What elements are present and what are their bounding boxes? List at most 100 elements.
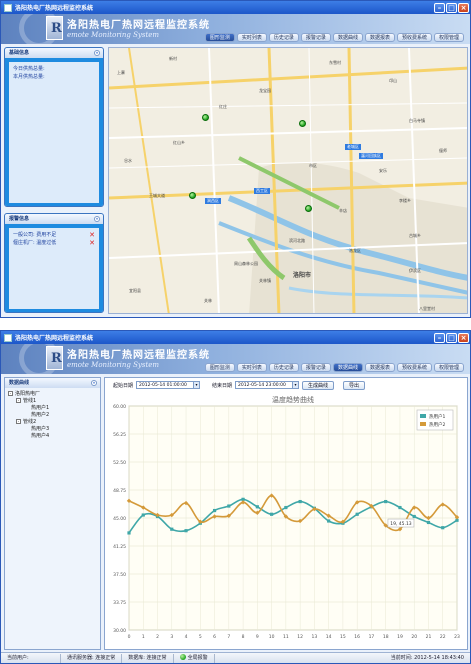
close-icon[interactable]: ✕ [89,239,95,247]
nav-tab[interactable]: 权限管理 [433,33,464,42]
map-label: 邙山 [389,78,397,83]
x-tick-label: 13 [312,634,318,640]
tree-node[interactable]: - 洛阳热电厂 [8,391,97,398]
heat-station-marker[interactable] [189,192,196,199]
x-tick-label: 22 [440,634,446,640]
curve-window: 洛阳热电厂热网远程监控系统 – □ × 洛阳热电厂热网远程监控系统 emote … [0,330,471,664]
city-map[interactable]: 上寨 新村 红山乡 东雪村 红庄 龙宝园 周山森林公园 王城大道 邙山 市区 关… [108,47,468,314]
status-db: 数据库: 连接正常 [122,653,174,663]
tree-node[interactable]: - 管线1 [8,398,97,405]
nav-tab[interactable]: 实时列表 [236,33,267,42]
data-point [327,519,331,523]
nav-tab[interactable]: 历史记录 [268,33,299,42]
heat-station-marker[interactable] [299,120,306,127]
nav-tab[interactable]: 数据报表 [364,363,395,372]
status-comm: 通讯服务器: 连接正常 [61,653,123,663]
nav-tab[interactable]: 权限管理 [433,363,464,372]
nav-tab[interactable]: 报警记录 [300,33,331,42]
map-label: 八里堂村 [419,306,435,311]
banner-subtitle: emote Monitoring System [67,361,160,369]
minimize-button[interactable]: – [434,332,445,343]
tree-header: 数据曲线 [9,380,30,386]
collapse-icon[interactable]: « [91,380,97,386]
alarm-status-icon [179,654,186,660]
nav-tab[interactable]: 数据曲线 [332,363,363,372]
map-label: 安乐 [379,168,387,173]
map-label: 市区 [309,163,317,168]
main-nav: 图形监测 实时列表 历史记录 报警记录 数据曲线 数据报表 预收费系统 权限管理 [204,33,464,42]
y-tick-label: 52.50 [113,460,126,466]
app-icon [4,3,12,12]
nav-tab[interactable]: 预收费系统 [396,363,432,372]
end-date-input[interactable]: 2012-05-14 23:00:00 ▾ [235,381,300,389]
data-point [426,520,431,525]
district-badge[interactable]: 瀍河回族区 [359,153,383,159]
x-tick-label: 6 [213,634,216,640]
collapse-icon[interactable]: « [94,50,100,56]
tree-node[interactable]: 热用户2 [8,412,97,419]
tree-node[interactable]: - 管线2 [8,419,97,426]
map-label: 古城乡 [409,233,421,238]
data-point [127,531,131,535]
nav-tab[interactable]: 报警记录 [300,363,331,372]
tree-expander-icon[interactable]: - [8,391,13,396]
data-point [255,505,259,509]
map-label: 关林镇 [259,278,271,283]
collapse-icon[interactable]: « [94,216,100,222]
x-tick-label: 18 [383,634,389,640]
x-tick-label: 7 [227,634,230,640]
data-point [284,505,288,510]
minimize-button[interactable]: – [434,2,445,13]
export-button[interactable]: 导出 [343,380,366,390]
tree-expander-icon[interactable]: - [16,398,21,403]
y-tick-label: 41.25 [113,544,126,550]
close-button[interactable]: × [458,332,469,343]
chevron-down-icon[interactable]: ▾ [193,382,200,388]
month-heat-label: 本月供热总量: [13,74,45,80]
x-tick-label: 23 [454,634,460,640]
tree-expander-icon[interactable]: - [16,419,21,424]
map-label: 谷水 [124,158,132,163]
x-tick-label: 5 [199,634,202,640]
tree-panel: 数据曲线 « - 洛阳热电厂 - 管线1 热用户1 热用户2- 管线2 热用户3 热用户4 [4,377,101,650]
nav-tab[interactable]: 数据曲线 [332,33,363,42]
nav-tab[interactable]: 图形监测 [204,363,235,372]
nav-tab[interactable]: 预收费系统 [396,33,432,42]
chevron-down-icon[interactable]: ▾ [292,382,299,388]
alarm-text: 一般公司: 费用不足 [13,232,57,238]
tree-node[interactable]: 热用户4 [8,433,97,440]
district-badge[interactable]: 老城区 [345,144,361,150]
x-tick-label: 4 [185,634,188,640]
temperature-chart: 温度趋势曲线 30.00 33.75 37.50 41.25 45.00 48.75 52.5… [113,395,460,640]
alarm-item[interactable]: 偃庄机厂: 温度过低 ✕ [13,239,95,247]
x-tick-label: 21 [426,634,432,640]
map-label: 偃师 [439,148,447,153]
title-bar: 洛阳热电厂热网远程监控系统 – □ × [1,1,470,14]
basic-info-header: 基础信息 [9,50,30,56]
start-date-input[interactable]: 2012-05-14 01:00:00 ▾ [136,381,201,389]
map-label: 龙宝园 [259,88,271,93]
nav-tab[interactable]: 图形监测 [204,33,235,42]
x-tick-label: 17 [369,634,375,640]
tree-node[interactable]: 热用户3 [8,426,97,433]
generate-curve-button[interactable]: 生成曲线 [302,380,335,390]
chart-title: 温度趋势曲线 [272,395,314,404]
nav-tab[interactable]: 历史记录 [268,363,299,372]
alarm-item[interactable]: 一般公司: 费用不足 ✕ [13,231,95,239]
close-button[interactable]: × [458,2,469,13]
status-user: 当前用户: [1,653,61,663]
tree-node-label: 热用户2 [31,412,50,418]
close-icon[interactable]: ✕ [89,231,95,239]
tree-node[interactable]: 热用户1 [8,405,97,412]
maximize-button[interactable]: □ [446,332,457,343]
y-tick-label: 48.75 [113,488,126,494]
district-badge[interactable]: 涧西区 [205,198,221,204]
map-label: 红庄 [219,104,227,109]
main-nav: 图形监测 实时列表 历史记录 报警记录 数据曲线 数据报表 预收费系统 权限管理 [204,363,464,372]
nav-tab[interactable]: 实时列表 [236,363,267,372]
district-badge[interactable]: 西工区 [254,188,270,194]
maximize-button[interactable]: □ [446,2,457,13]
heat-station-marker[interactable] [202,114,209,121]
heat-station-marker[interactable] [305,205,312,212]
nav-tab[interactable]: 数据报表 [364,33,395,42]
